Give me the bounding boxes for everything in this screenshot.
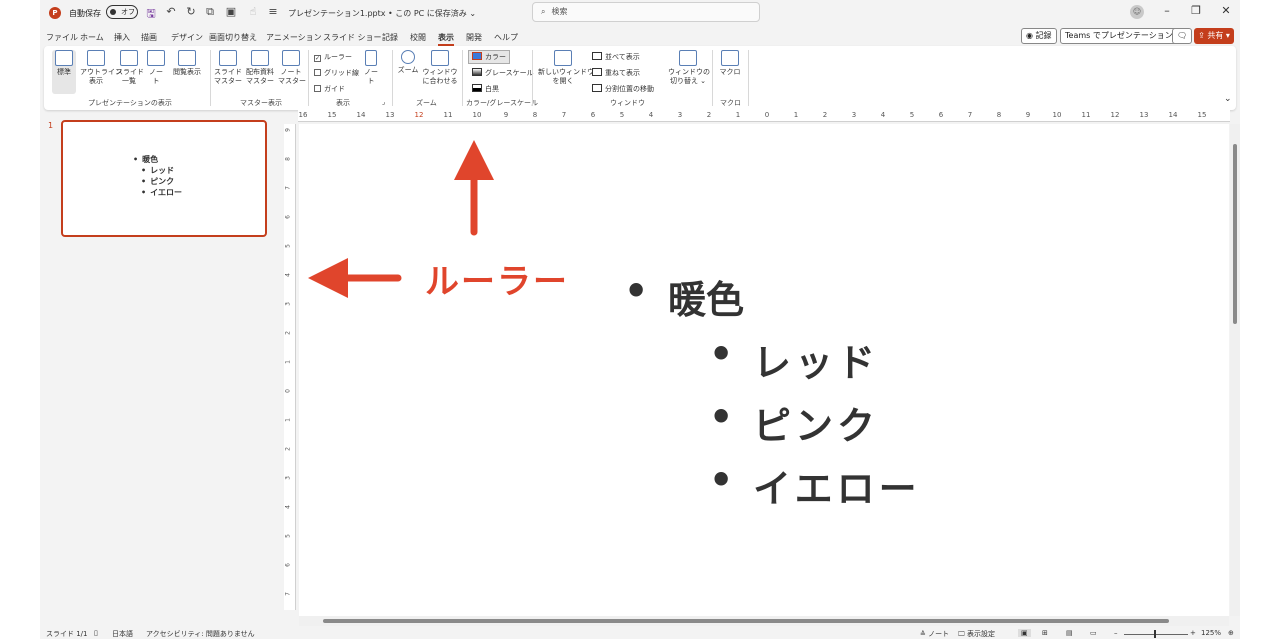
spell-check-icon[interactable]: ▯ bbox=[94, 629, 98, 637]
status-bar: スライド 1/1 ▯ 日本語 アクセシビリティ: 問題ありません ≙ ノート 🖵… bbox=[40, 628, 1240, 639]
slideshow-status-icon[interactable]: ▭ bbox=[1090, 629, 1097, 637]
zoom-level[interactable]: 125% bbox=[1201, 629, 1221, 637]
horizontal-scroll-thumb[interactable] bbox=[323, 619, 1169, 623]
vertical-scrollbar[interactable] bbox=[1230, 124, 1240, 616]
arrow-left-icon bbox=[308, 258, 402, 298]
notes-toggle[interactable]: ≙ ノート bbox=[920, 629, 949, 639]
zoom-slider-track[interactable] bbox=[1124, 634, 1188, 635]
language-indicator[interactable]: 日本語 bbox=[112, 629, 133, 639]
zoom-slider-knob[interactable] bbox=[1154, 630, 1156, 638]
powerpoint-window: P 自動保存 オフ 🖫 ↶ ↻ ⧉ ▣ ☝ ≡ プレゼンテーション1.pptx … bbox=[40, 0, 1240, 639]
accessibility-status[interactable]: アクセシビリティ: 問題ありません bbox=[146, 629, 255, 639]
fit-slide-icon[interactable]: ⊕ bbox=[1228, 629, 1234, 637]
slide-indicator: スライド 1/1 bbox=[46, 630, 88, 638]
vertical-scroll-thumb[interactable] bbox=[1233, 144, 1237, 324]
reading-view-status-icon[interactable]: ▤ bbox=[1066, 629, 1073, 637]
annotation-arrows bbox=[308, 140, 494, 298]
display-settings-button[interactable]: 🖵 表示設定 bbox=[958, 629, 995, 639]
arrow-up-icon bbox=[454, 140, 494, 236]
normal-view-status-icon[interactable]: ▣ bbox=[1018, 629, 1031, 637]
horizontal-scrollbar[interactable] bbox=[299, 616, 1229, 626]
zoom-out-icon[interactable]: – bbox=[1114, 629, 1118, 637]
zoom-in-icon[interactable]: + bbox=[1190, 629, 1196, 637]
slide-sorter-status-icon[interactable]: ⊞ bbox=[1042, 629, 1048, 637]
